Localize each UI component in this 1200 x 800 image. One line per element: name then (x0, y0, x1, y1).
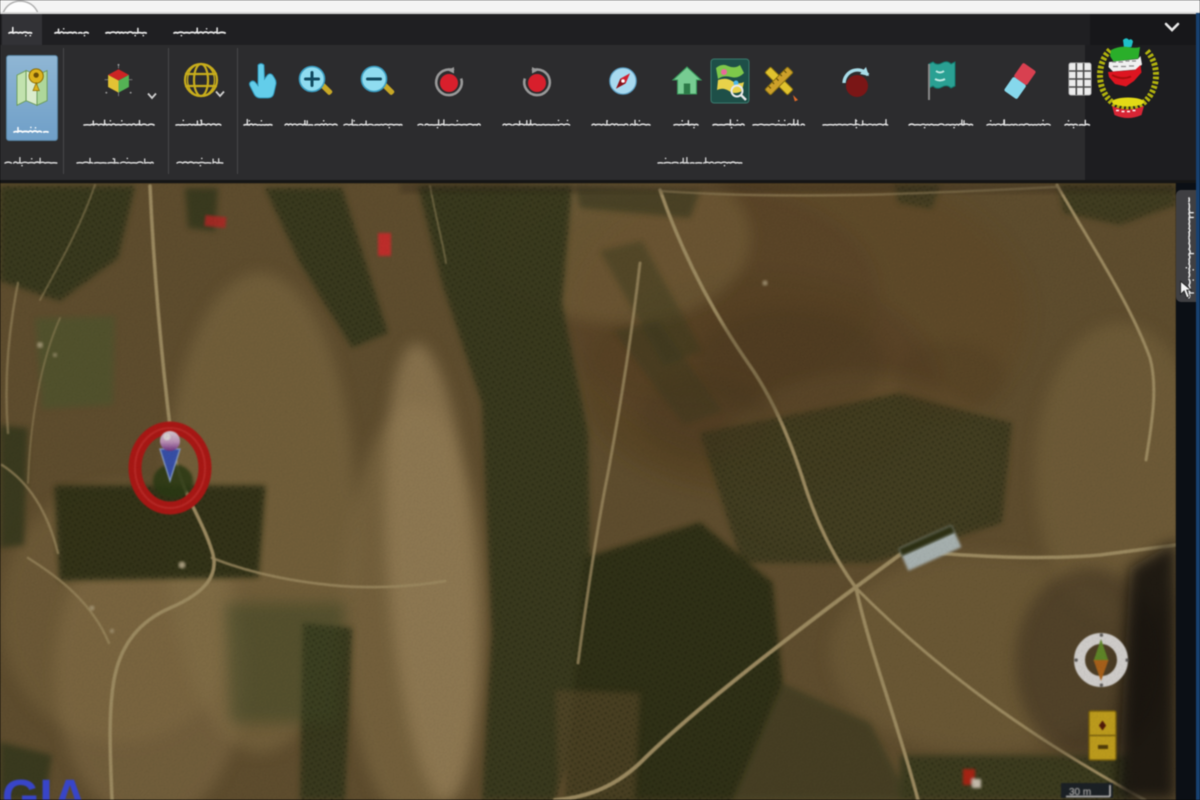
svg-text:GIA: GIA (2, 771, 87, 800)
